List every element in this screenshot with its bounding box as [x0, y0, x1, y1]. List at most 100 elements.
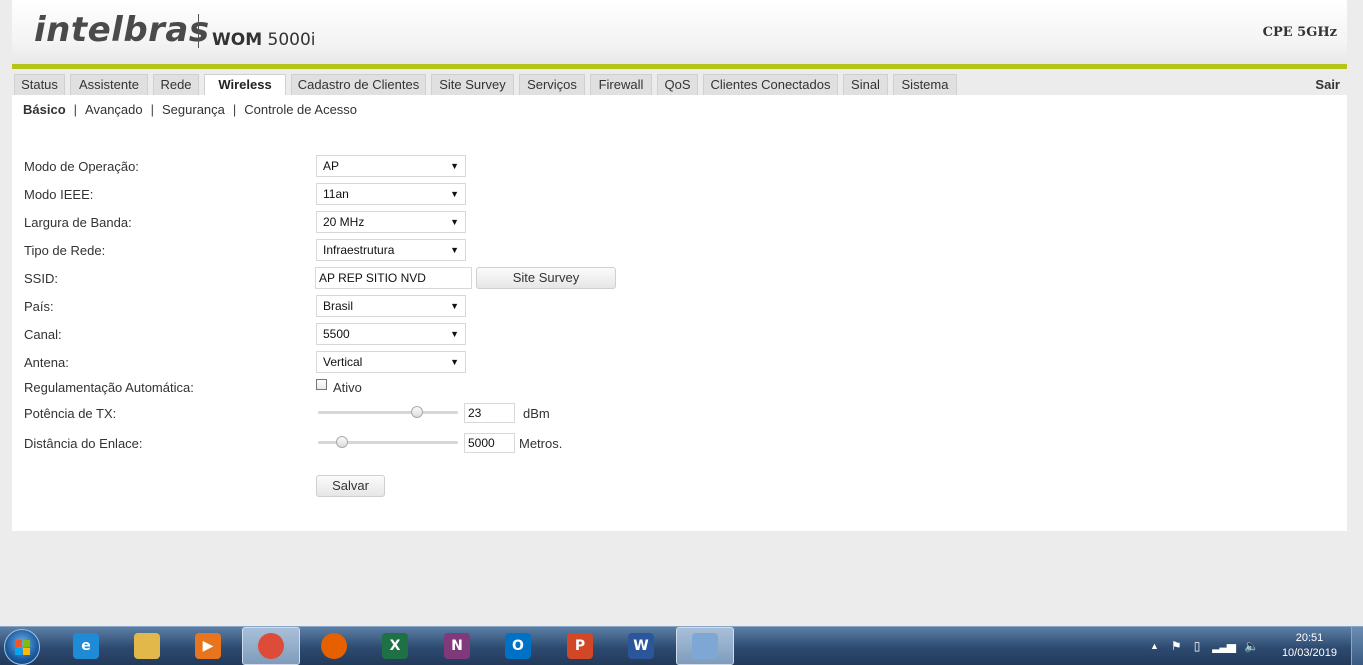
modo-operacao-value: AP	[323, 159, 340, 173]
windows-taskbar: e ▶ X N O P W ▲ ⚑ ▯ ▂▃▅ 🔈 20:51 10/03/2019	[0, 626, 1363, 665]
tab-rede[interactable]: Rede	[153, 74, 199, 95]
antena-value: Vertical	[323, 355, 363, 369]
distancia-input[interactable]: 5000	[464, 433, 515, 453]
canal-label: Canal:	[24, 327, 62, 342]
antena-label: Antena:	[24, 355, 69, 370]
distancia-unit: Metros.	[519, 436, 563, 451]
tray-expand-icon[interactable]: ▲	[1150, 641, 1159, 651]
taskbar-item[interactable]	[676, 627, 734, 665]
app-header: intelbras WOM 5000i CPE 5GHz	[12, 0, 1347, 64]
modo-ieee-label: Modo IEEE:	[24, 187, 94, 202]
largura-banda-select[interactable]: 20 MHz ▼	[316, 211, 466, 233]
subnav-seguranca[interactable]: Segurança	[162, 102, 225, 117]
taskbar-item[interactable]: N	[428, 627, 486, 665]
logo-divider	[198, 14, 199, 48]
model-prefix: WOM	[212, 30, 263, 50]
show-desktop-button[interactable]	[1351, 627, 1363, 665]
ativo-checkbox[interactable]	[316, 379, 327, 390]
taskbar-item[interactable]: P	[551, 627, 609, 665]
dropdown-arrow-icon: ▼	[450, 301, 459, 311]
potencia-tx-unit: dBm	[523, 406, 550, 421]
tipo-rede-value: Infraestrutura	[323, 243, 395, 257]
distancia-label: Distância do Enlace:	[24, 436, 143, 451]
dropdown-arrow-icon: ▼	[450, 161, 459, 171]
largura-banda-value: 20 MHz	[323, 215, 365, 229]
firefox-icon	[321, 633, 347, 659]
subnav-avancado[interactable]: Avançado	[85, 102, 143, 117]
dropdown-arrow-icon: ▼	[450, 217, 459, 227]
modo-operacao-select[interactable]: AP ▼	[316, 155, 466, 177]
tab-firewall[interactable]: Firewall	[590, 74, 652, 95]
tab-cadastro-clientes[interactable]: Cadastro de Clientes	[291, 74, 426, 95]
tab-sistema[interactable]: Sistema	[893, 74, 957, 95]
tab-clientes-conectados[interactable]: Clientes Conectados	[703, 74, 838, 95]
word-icon: W	[628, 633, 654, 659]
subnav-separator: |	[73, 102, 78, 117]
potencia-tx-input[interactable]: 23	[464, 403, 515, 423]
taskbar-item[interactable]	[118, 627, 176, 665]
dropdown-arrow-icon: ▼	[450, 245, 459, 255]
subnav-separator: |	[232, 102, 237, 117]
canal-select[interactable]: 5500 ▼	[316, 323, 466, 345]
tab-qos[interactable]: QoS	[657, 74, 698, 95]
tab-site-survey[interactable]: Site Survey	[431, 74, 514, 95]
network-signal-icon[interactable]: ▂▃▅	[1212, 639, 1236, 653]
system-tray: ▲ ⚑ ▯ ▂▃▅ 🔈	[1150, 627, 1259, 665]
logout-link[interactable]: Sair	[1315, 77, 1340, 92]
taskbar-item[interactable]: X	[366, 627, 424, 665]
chrome-icon	[258, 633, 284, 659]
subnav-separator: |	[150, 102, 155, 117]
battery-icon[interactable]: ▯	[1194, 639, 1201, 653]
pais-label: País:	[24, 299, 54, 314]
windows-logo-icon	[15, 640, 31, 656]
dropdown-arrow-icon: ▼	[450, 329, 459, 339]
dropdown-arrow-icon: ▼	[450, 357, 459, 367]
main-content: Básico | Avançado | Segurança | Controle de Ac…	[12, 95, 1347, 531]
canal-value: 5500	[323, 327, 350, 341]
antena-select[interactable]: Vertical ▼	[316, 351, 466, 373]
tipo-rede-label: Tipo de Rede:	[24, 243, 106, 258]
media-player-icon: ▶	[195, 633, 221, 659]
powerpoint-icon: P	[567, 633, 593, 659]
action-center-flag-icon[interactable]: ⚑	[1171, 639, 1182, 653]
tab-servicos[interactable]: Serviços	[519, 74, 585, 95]
dropdown-arrow-icon: ▼	[450, 189, 459, 199]
start-button[interactable]	[4, 629, 40, 665]
taskbar-item[interactable]	[305, 627, 363, 665]
pais-select[interactable]: Brasil ▼	[316, 295, 466, 317]
subnav-controle-acesso[interactable]: Controle de Acesso	[244, 102, 357, 117]
paint-icon	[692, 633, 718, 659]
internet-explorer-icon: e	[73, 633, 99, 659]
taskbar-item[interactable]: O	[489, 627, 547, 665]
volume-icon[interactable]: 🔈	[1244, 639, 1259, 653]
subnav-basico[interactable]: Básico	[23, 102, 66, 117]
site-survey-button[interactable]: Site Survey	[476, 267, 616, 289]
ssid-input[interactable]: AP REP SITIO NVD	[315, 267, 472, 289]
tipo-rede-select[interactable]: Infraestrutura ▼	[316, 239, 466, 261]
tab-status[interactable]: Status	[14, 74, 65, 95]
largura-banda-label: Largura de Banda:	[24, 215, 132, 230]
taskbar-clock[interactable]: 20:51 10/03/2019	[1282, 631, 1337, 661]
main-nav: Status Assistente Rede Wireless Cadastro…	[12, 69, 1347, 96]
modo-ieee-value: 11an	[323, 187, 349, 201]
distancia-slider-handle[interactable]	[335, 436, 348, 448]
regulamentacao-label: Regulamentação Automática:	[24, 380, 194, 395]
tab-sinal[interactable]: Sinal	[843, 74, 888, 95]
taskbar-item[interactable]	[242, 627, 300, 665]
tab-assistente[interactable]: Assistente	[70, 74, 148, 95]
taskbar-item[interactable]: e	[57, 627, 115, 665]
clock-time: 20:51	[1295, 632, 1324, 644]
save-button[interactable]: Salvar	[316, 475, 385, 497]
potencia-tx-slider[interactable]	[318, 411, 458, 414]
modo-ieee-select[interactable]: 11an ▼	[316, 183, 466, 205]
modo-operacao-label: Modo de Operação:	[24, 159, 139, 174]
taskbar-item[interactable]: ▶	[179, 627, 237, 665]
clock-date: 10/03/2019	[1281, 647, 1337, 659]
outlook-icon: O	[505, 633, 531, 659]
model-number: 5000i	[267, 30, 316, 50]
tab-wireless[interactable]: Wireless	[204, 74, 286, 96]
taskbar-item[interactable]: W	[612, 627, 670, 665]
potencia-tx-slider-handle[interactable]	[411, 406, 424, 418]
device-model: WOM 5000i	[212, 30, 316, 50]
pais-value: Brasil	[323, 299, 354, 313]
